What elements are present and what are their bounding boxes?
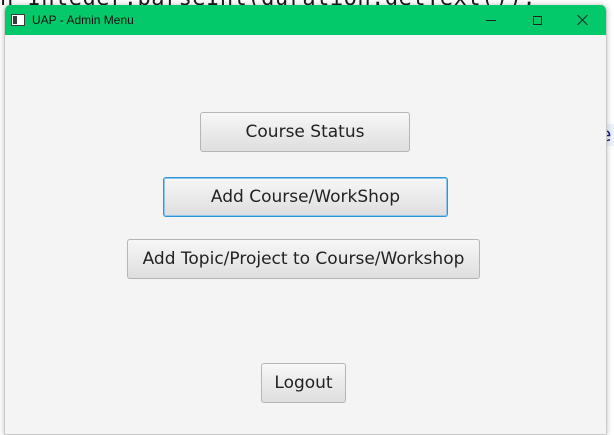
app-window-icon: [11, 14, 25, 26]
admin-menu-window: UAP - Admin Menu Course Status Add Cours…: [4, 5, 607, 435]
maximize-icon: [532, 15, 542, 25]
window-controls: [468, 5, 606, 35]
logout-button[interactable]: Logout: [261, 363, 346, 403]
add-topic-project-button[interactable]: Add Topic/Project to Course/Workshop: [127, 239, 480, 279]
add-course-workshop-button[interactable]: Add Course/WorkShop: [163, 177, 448, 217]
window-title: UAP - Admin Menu: [32, 13, 134, 27]
maximize-button[interactable]: [514, 5, 560, 35]
minimize-icon: [486, 19, 496, 21]
minimize-button[interactable]: [468, 5, 514, 35]
close-button[interactable]: [560, 5, 606, 35]
title-bar[interactable]: UAP - Admin Menu: [5, 5, 606, 35]
close-icon: [577, 14, 589, 26]
course-status-button[interactable]: Course Status: [200, 112, 410, 152]
